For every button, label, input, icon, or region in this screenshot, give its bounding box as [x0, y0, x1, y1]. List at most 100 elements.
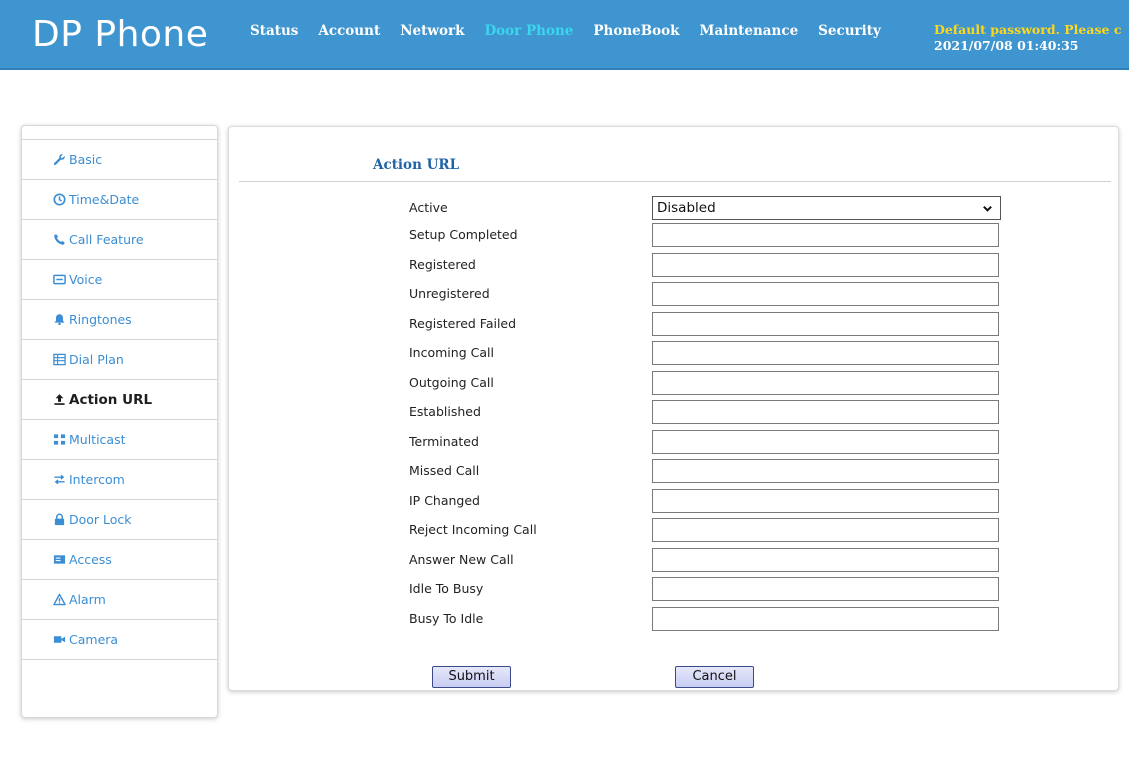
sidebar-item-basic[interactable]: Basic: [22, 139, 217, 180]
form-row: Terminated: [229, 429, 1118, 454]
form-row: Incoming Call: [229, 341, 1118, 365]
field-label: Registered Failed: [409, 315, 517, 331]
form-row: Answer New Call: [229, 547, 1118, 572]
device-datetime: 2021/07/08 01:40:35: [934, 38, 1079, 53]
sidebar-item-voice[interactable]: Voice: [22, 260, 217, 300]
field-label: Registered: [409, 256, 476, 272]
sidebar-item-alarm[interactable]: Alarm: [22, 580, 217, 620]
multicast-icon: [52, 433, 66, 447]
sidebar-item-label: Door Lock: [69, 512, 132, 527]
section-title: Action URL: [373, 157, 460, 173]
active-select[interactable]: Disabled: [652, 196, 1001, 220]
nav-network[interactable]: Network: [390, 0, 474, 68]
sidebar-item-time-date[interactable]: Time&Date: [22, 180, 217, 220]
busy-to-idle-url-input[interactable]: [652, 606, 999, 631]
registered-failed-url-input[interactable]: [652, 311, 999, 336]
terminated-url-input[interactable]: [652, 429, 999, 454]
sidebar: Basic Time&Date Call Feature Voice Ringt…: [21, 125, 218, 718]
field-label: Incoming Call: [409, 345, 494, 360]
nav-maintenance[interactable]: Maintenance: [690, 0, 809, 68]
bell-icon: [52, 313, 66, 327]
top-header: DP Phone Status Account Network Door Pho…: [0, 0, 1129, 70]
sidebar-item-label: Action URL: [69, 391, 153, 408]
field-label: Terminated: [409, 433, 479, 449]
sidebar-item-camera[interactable]: Camera: [22, 620, 217, 660]
lock-icon: [52, 513, 66, 527]
form-row: Outgoing Call: [229, 370, 1118, 395]
reject-incoming-call-url-input[interactable]: [652, 518, 999, 542]
form-row: Registered: [229, 252, 1118, 277]
unregistered-url-input[interactable]: [652, 282, 999, 306]
setup-completed-url-input[interactable]: [652, 223, 999, 247]
clock-icon: [52, 193, 66, 207]
app-brand: DP Phone: [32, 14, 209, 55]
field-label: Answer New Call: [409, 551, 514, 567]
phone-icon: [52, 233, 66, 247]
warning-icon: [52, 593, 66, 607]
sidebar-item-door-lock[interactable]: Door Lock: [22, 500, 217, 540]
form-row: Setup Completed: [229, 223, 1118, 247]
form-row: Missed Call: [229, 459, 1118, 483]
form-row: Established: [229, 400, 1118, 424]
header-notice: Default password. Please c 2021/07/08 01…: [934, 22, 1121, 54]
nav-account[interactable]: Account: [308, 0, 390, 68]
sidebar-item-action-url[interactable]: Action URL: [22, 380, 217, 420]
registered-url-input[interactable]: [652, 252, 999, 277]
sidebar-item-label: Alarm: [69, 592, 106, 607]
field-label: Reject Incoming Call: [409, 522, 537, 537]
sidebar-item-multicast[interactable]: Multicast: [22, 420, 217, 460]
upload-icon: [52, 393, 66, 407]
sidebar-item-label: Access: [69, 552, 112, 567]
form-row: Registered Failed: [229, 311, 1118, 336]
form-row: Reject Incoming Call: [229, 518, 1118, 542]
field-label: Missed Call: [409, 463, 480, 478]
nav-door-phone[interactable]: Door Phone: [474, 0, 583, 68]
chevron-down-icon: [983, 205, 992, 212]
missed-call-url-input[interactable]: [652, 459, 999, 483]
sidebar-item-ringtones[interactable]: Ringtones: [22, 300, 217, 340]
active-label: Active: [409, 200, 448, 215]
nav-security[interactable]: Security: [808, 0, 891, 68]
card-icon: [52, 553, 66, 567]
submit-button[interactable]: Submit: [432, 666, 511, 688]
sidebar-item-label: Voice: [69, 272, 103, 287]
sidebar-item-call-feature[interactable]: Call Feature: [22, 220, 217, 260]
sidebar-item-label: Ringtones: [69, 312, 132, 327]
section-divider: [239, 181, 1111, 182]
field-label: Outgoing Call: [409, 374, 494, 390]
sidebar-item-label: Dial Plan: [69, 352, 124, 367]
established-url-input[interactable]: [652, 400, 999, 424]
answer-new-call-url-input[interactable]: [652, 547, 999, 572]
sidebar-item-label: Camera: [69, 632, 119, 647]
sidebar-menu: Basic Time&Date Call Feature Voice Ringt…: [22, 139, 217, 660]
field-label: Unregistered: [409, 286, 490, 301]
sidebar-item-label: Time&Date: [69, 192, 140, 207]
table-icon: [52, 353, 66, 367]
exchange-icon: [52, 473, 66, 487]
default-password-warning[interactable]: Default password. Please c: [934, 22, 1121, 38]
idle-to-busy-url-input[interactable]: [652, 577, 999, 601]
camera-icon: [52, 633, 66, 647]
field-label: Setup Completed: [409, 227, 518, 242]
sidebar-item-dial-plan[interactable]: Dial Plan: [22, 340, 217, 380]
field-label: Established: [409, 404, 481, 419]
ip-changed-url-input[interactable]: [652, 488, 999, 513]
field-label: Busy To Idle: [409, 610, 484, 626]
active-select-value: Disabled: [657, 200, 716, 216]
cancel-button[interactable]: Cancel: [675, 666, 754, 688]
main-nav: Status Account Network Door Phone PhoneB…: [240, 0, 891, 68]
form-row: Idle To Busy: [229, 577, 1118, 601]
action-url-panel: Action URL Active Disabled Setup Complet…: [228, 126, 1119, 691]
form-row: Unregistered: [229, 282, 1118, 306]
form-row: IP Changed: [229, 488, 1118, 513]
outgoing-call-url-input[interactable]: [652, 370, 999, 395]
field-label: IP Changed: [409, 492, 480, 508]
nav-status[interactable]: Status: [240, 0, 308, 68]
sidebar-item-intercom[interactable]: Intercom: [22, 460, 217, 500]
field-label: Idle To Busy: [409, 581, 484, 596]
sidebar-item-access[interactable]: Access: [22, 540, 217, 580]
voice-icon: [52, 273, 66, 287]
nav-phonebook[interactable]: PhoneBook: [583, 0, 689, 68]
incoming-call-url-input[interactable]: [652, 341, 999, 365]
sidebar-item-label: Call Feature: [69, 232, 144, 247]
